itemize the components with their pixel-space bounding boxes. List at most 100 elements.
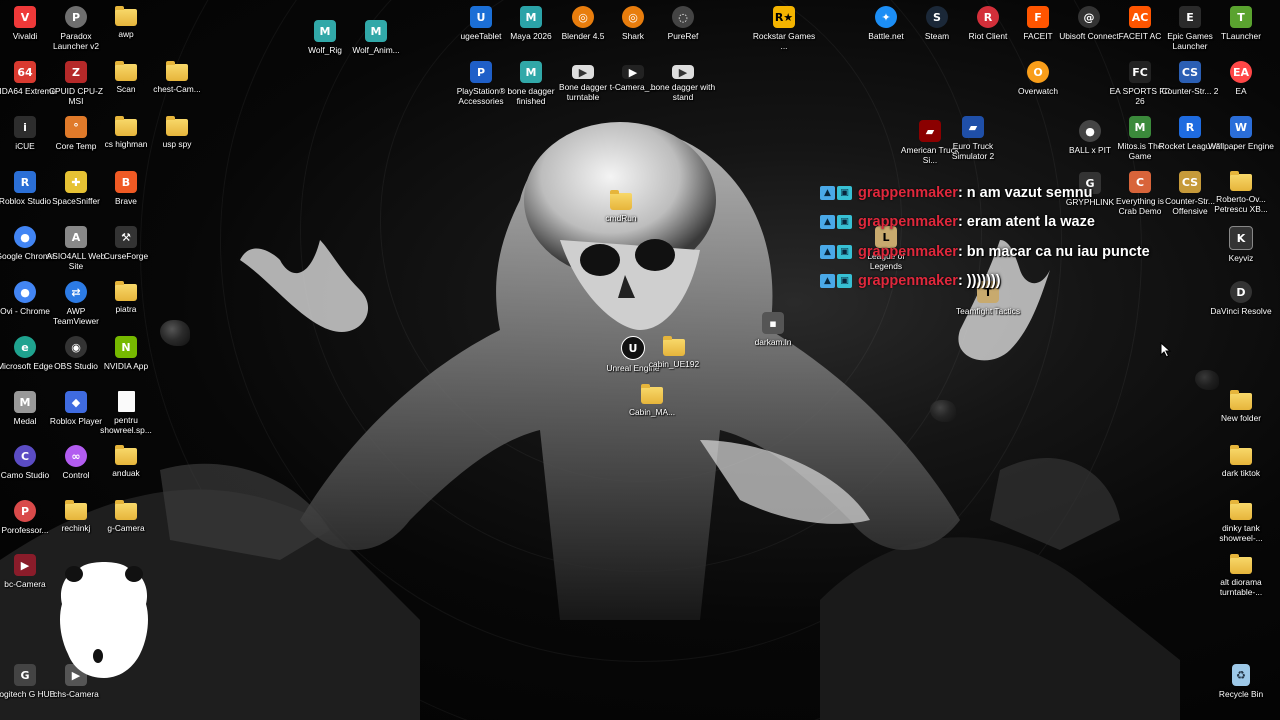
recycle-bin[interactable]: ♻ Recycle Bin: [1206, 660, 1276, 699]
davinci-resolve-shortcut[interactable]: D DaVinci Resolve: [1206, 277, 1276, 316]
chat-username: grappenmaker: [858, 184, 958, 201]
cabin-ue-folder[interactable]: cabin_UE192: [639, 332, 709, 369]
ea-icon: EA: [1230, 61, 1252, 83]
keyviz-shortcut[interactable]: K Keyviz: [1206, 222, 1276, 263]
rockstar-shortcut[interactable]: R★ Rockstar Games ...: [749, 2, 819, 51]
folder-icon: [166, 116, 188, 136]
steam-icon: S: [926, 6, 948, 28]
video-file-icon: ▶: [572, 65, 594, 79]
chat-text: : bn macar ca nu iau puncte: [957, 243, 1150, 260]
subscriber-badge-icon: ▣: [837, 244, 852, 259]
panda-avatar-overlay: [60, 562, 148, 678]
folder-icon: [641, 384, 663, 404]
cmdrun-folder[interactable]: cmdRun: [586, 186, 656, 223]
subscriber-badge-icon: ▣: [837, 274, 852, 289]
folder-icon: [115, 6, 137, 26]
folder-icon: [1230, 445, 1252, 465]
aida64-icon: 64: [14, 61, 36, 83]
pentru-showreel-file[interactable]: pentru showreel.sp...: [91, 387, 161, 435]
folder-icon: [1230, 500, 1252, 520]
alt-diorama-folder[interactable]: alt diorama turntable-...: [1206, 550, 1276, 597]
folder-icon: [115, 116, 137, 136]
spacesniffer-icon: ✚: [65, 171, 87, 193]
broadcaster-badge-icon: ▲: [820, 185, 835, 200]
overwatch-shortcut[interactable]: O Overwatch: [1003, 57, 1073, 96]
folder-icon: [166, 61, 188, 81]
dark-tiktok-folder[interactable]: dark tiktok: [1206, 441, 1276, 478]
riot-icon: R: [977, 6, 999, 28]
vivaldi-icon: V: [14, 6, 36, 28]
folder-icon: [663, 336, 685, 356]
ballxpit-icon: ●: [1079, 120, 1101, 142]
folder-icon: [610, 190, 632, 210]
file-icon: [117, 391, 135, 412]
piatra-folder[interactable]: piatra: [91, 277, 161, 314]
folder-icon: [115, 281, 137, 301]
ghub-icon: G: [14, 664, 36, 686]
wolf-anim-file[interactable]: M Wolf_Anim...: [341, 16, 411, 55]
faceit-ac-icon: AC: [1129, 6, 1151, 28]
pureref-shortcut[interactable]: ◌ PureRef: [648, 2, 718, 41]
chat-text: : eram atent la waze: [957, 214, 1095, 231]
medal-icon: M: [14, 391, 36, 413]
davinci-icon: D: [1230, 281, 1252, 303]
chat-username: grappenmaker: [858, 273, 958, 290]
porofessor-icon: P: [14, 500, 36, 522]
control-icon: ∞: [65, 445, 87, 467]
euro-truck-sim-shortcut[interactable]: ▰ Euro Truck Simulator 2: [938, 112, 1008, 161]
chat-text: : n am vazut semnu: [957, 184, 1093, 201]
video-file-icon: ▶: [672, 65, 694, 79]
roberto-folder[interactable]: Roberto-Ov... Petrescu XB...: [1206, 167, 1276, 214]
brave-shortcut[interactable]: B Brave: [91, 167, 161, 206]
rocketleague-icon: R: [1179, 116, 1201, 138]
anduak-folder[interactable]: anduak: [91, 441, 161, 478]
subscriber-badge-icon: ▣: [837, 185, 852, 200]
wallpaper-engine-icon: W: [1230, 116, 1252, 138]
maya-icon: M: [520, 6, 542, 28]
mouse-cursor-icon: [1160, 342, 1172, 358]
maya-file-icon: M: [314, 20, 336, 42]
bone-dagger-stand-file[interactable]: ▶ bone dagger with stand: [648, 57, 718, 102]
mitos-icon: M: [1129, 116, 1151, 138]
ubisoft-icon: @: [1078, 6, 1100, 28]
cabin-ma-folder[interactable]: Cabin_MA...: [617, 380, 687, 417]
recycle-bin-icon: ♻: [1232, 664, 1250, 686]
roblox-icon: ◆: [65, 391, 87, 413]
dinky-tank-folder[interactable]: dinky tank showreel-...: [1206, 496, 1276, 543]
blender-icon: ◎: [622, 6, 644, 28]
overwatch-icon: O: [1027, 61, 1049, 83]
wallpaper-engine-shortcut[interactable]: W Wallpaper Engine: [1206, 112, 1276, 151]
new-folder[interactable]: New folder: [1206, 386, 1276, 423]
folder-icon: [1230, 390, 1252, 410]
curseforge-shortcut[interactable]: ⚒ CurseForge: [91, 222, 161, 261]
stream-chat-overlay: ▲ ▣ grappenmaker: n am vazut semnu ▲ ▣ gra…: [820, 178, 1150, 296]
chrome-icon: ●: [14, 226, 36, 248]
asio-icon: A: [65, 226, 87, 248]
ugee-icon: U: [470, 6, 492, 28]
desktop[interactable]: V Vivaldi 64 AIDA64 Extreme i iCUE R Roblox …: [0, 0, 1280, 720]
nvidia-app-shortcut[interactable]: N NVIDIA App: [91, 332, 161, 371]
broadcaster-badge-icon: ▲: [820, 274, 835, 289]
chest-camera-folder[interactable]: chest-Cam...: [142, 57, 212, 94]
keyviz-icon: K: [1229, 226, 1253, 250]
faceit-icon: F: [1027, 6, 1049, 28]
folder-icon: [1230, 554, 1252, 574]
obs-icon: ◉: [65, 336, 87, 358]
usp-spy-folder[interactable]: usp spy: [142, 112, 212, 149]
bc-camera-file[interactable]: ▶ bc-Camera: [0, 550, 60, 589]
epic-icon: E: [1179, 6, 1201, 28]
easports-icon: FC: [1129, 61, 1151, 83]
ea-shortcut[interactable]: EA EA: [1206, 57, 1276, 96]
chrome-icon: ●: [14, 281, 36, 303]
blender-icon: ◎: [572, 6, 594, 28]
folder-icon: [1230, 171, 1252, 191]
paradox-icon: P: [65, 6, 87, 28]
coretemp-icon: °: [65, 116, 87, 138]
curseforge-icon: ⚒: [115, 226, 137, 248]
maya-file-icon: M: [520, 61, 542, 83]
chat-text: : ))))))): [957, 273, 1001, 290]
darkam-file[interactable]: ▪ darkam.ln: [738, 308, 808, 347]
g-camera-folder[interactable]: g-Camera: [91, 496, 161, 533]
awp-folder[interactable]: awp: [91, 2, 161, 39]
tlauncher-shortcut[interactable]: T TLauncher: [1206, 2, 1276, 41]
